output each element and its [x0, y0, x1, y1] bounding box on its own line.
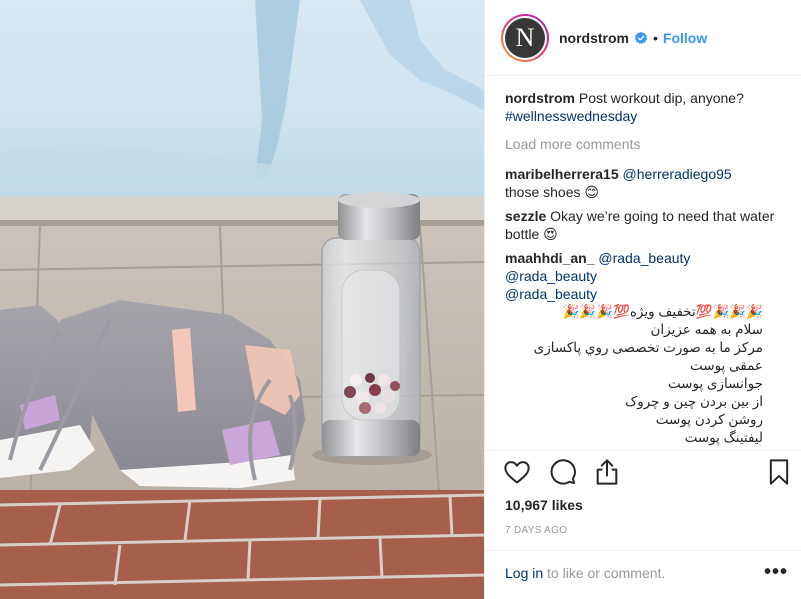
- rtl-line: از بین بردن چین و چروک: [625, 394, 763, 409]
- post-sidebar: N nordstrom • Follow nordstrom Post work…: [484, 0, 801, 599]
- post-username[interactable]: nordstrom: [559, 30, 629, 46]
- post-header: N nordstrom • Follow: [485, 0, 801, 76]
- rtl-line: 🎉🎉🎉💯تخفیف ویژه💯🎉🎉🎉: [562, 304, 763, 319]
- comment-mention[interactable]: @rada_beauty: [598, 250, 690, 266]
- login-prompt: Log in to like or comment.: [505, 565, 665, 581]
- login-prompt-text: to like or comment.: [543, 565, 666, 581]
- rtl-line: لیفتینگ پوست: [684, 430, 763, 445]
- comment-mention[interactable]: @herreradiego95: [623, 166, 732, 182]
- load-more-comments-button[interactable]: Load more comments: [505, 135, 782, 153]
- caption: nordstrom Post workout dip, anyone? #wel…: [505, 89, 782, 125]
- comment-item: maribelherrera15 @herreradiego95 those s…: [505, 165, 782, 201]
- avatar-frame: N: [503, 15, 547, 60]
- comment-username[interactable]: sezzle: [505, 208, 546, 224]
- rtl-line: مرکز ما به صورت تخصصی روي پاکسازی عمقی پ…: [533, 340, 763, 373]
- comment-text-rtl: 🎉🎉🎉💯تخفیف ویژه💯🎉🎉🎉 سلام به همه عزیزان مر…: [505, 303, 763, 447]
- caption-text: Post workout dip, anyone?: [578, 90, 744, 106]
- action-bar: [485, 452, 801, 492]
- comment-text: Okay we’re going to need that water bott…: [505, 208, 775, 242]
- avatar: N: [505, 17, 545, 58]
- comment-icon[interactable]: [549, 458, 577, 486]
- comment-mention[interactable]: @rada_beauty: [505, 286, 597, 302]
- caption-username[interactable]: nordstrom: [505, 90, 575, 106]
- post-photo[interactable]: [0, 0, 484, 599]
- caption-hashtag[interactable]: #wellnesswednesday: [505, 108, 637, 124]
- share-icon[interactable]: [593, 458, 621, 486]
- comment-item: maahhdi_an_ @rada_beauty @rada_beauty @r…: [505, 249, 782, 447]
- photo-illustration: [0, 0, 484, 599]
- bookmark-icon[interactable]: [765, 458, 793, 486]
- follow-button[interactable]: Follow: [663, 30, 707, 46]
- comment-username[interactable]: maribelherrera15: [505, 166, 619, 182]
- verified-badge-icon: [634, 31, 648, 45]
- login-link[interactable]: Log in: [505, 565, 543, 581]
- separator-dot: •: [653, 29, 658, 46]
- likes-count[interactable]: 10,967 likes: [505, 497, 583, 513]
- more-options-icon[interactable]: •••: [764, 561, 788, 584]
- comments-section[interactable]: nordstrom Post workout dip, anyone? #wel…: [485, 77, 801, 451]
- post-timestamp[interactable]: 7 DAYS AGO: [505, 525, 567, 536]
- comment-item: sezzle Okay we’re going to need that wat…: [505, 207, 782, 243]
- comment-footer: Log in to like or comment. •••: [485, 550, 801, 599]
- rtl-line: روشن کردن پوست: [655, 412, 763, 427]
- rtl-line: جوانسازی پوست: [667, 376, 763, 391]
- comment-username[interactable]: maahhdi_an_: [505, 250, 594, 266]
- avatar-story-ring[interactable]: N: [501, 13, 549, 62]
- heart-icon[interactable]: [503, 458, 531, 486]
- comment-text: those shoes 😊: [505, 184, 599, 200]
- comment-mention[interactable]: @rada_beauty: [505, 268, 597, 284]
- rtl-line: سلام به همه عزیزان: [650, 322, 763, 337]
